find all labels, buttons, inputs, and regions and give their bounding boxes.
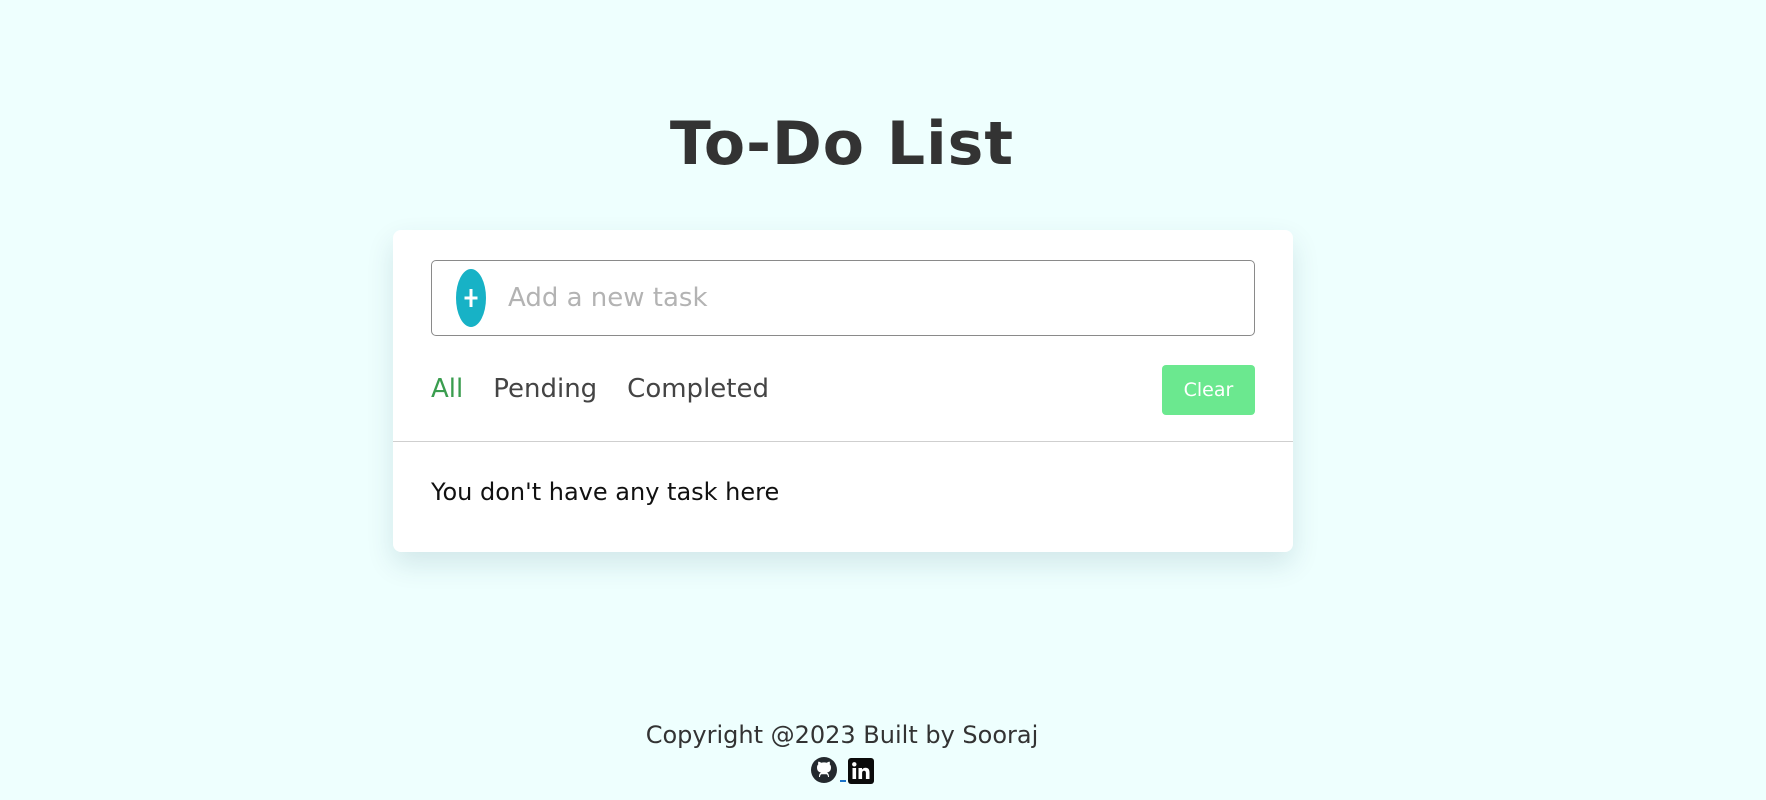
task-input[interactable] <box>508 271 1228 325</box>
filter-all[interactable]: All <box>431 372 463 406</box>
task-input-container <box>431 260 1255 336</box>
github-link[interactable] <box>810 756 838 784</box>
plus-icon <box>464 289 478 307</box>
linkedin-icon <box>848 758 874 784</box>
add-icon[interactable] <box>456 269 486 327</box>
todo-card: All Pending Completed Clear You don't ha… <box>393 230 1293 552</box>
link-underline <box>840 780 846 782</box>
filter-tabs: All Pending Completed <box>431 372 769 406</box>
filter-completed[interactable]: Completed <box>627 372 769 406</box>
page-title: To-Do List <box>669 109 1015 179</box>
copyright-text: Copyright @2023 Built by Sooraj <box>645 721 1039 749</box>
linkedin-link[interactable] <box>848 758 874 784</box>
filter-pending[interactable]: Pending <box>493 372 597 406</box>
social-links <box>0 756 1684 784</box>
divider <box>393 441 1293 442</box>
empty-message: You don't have any task here <box>431 478 780 506</box>
clear-button[interactable]: Clear <box>1162 365 1255 415</box>
github-icon <box>811 757 837 783</box>
footer: Copyright @2023 Built by Sooraj <box>0 718 1684 784</box>
